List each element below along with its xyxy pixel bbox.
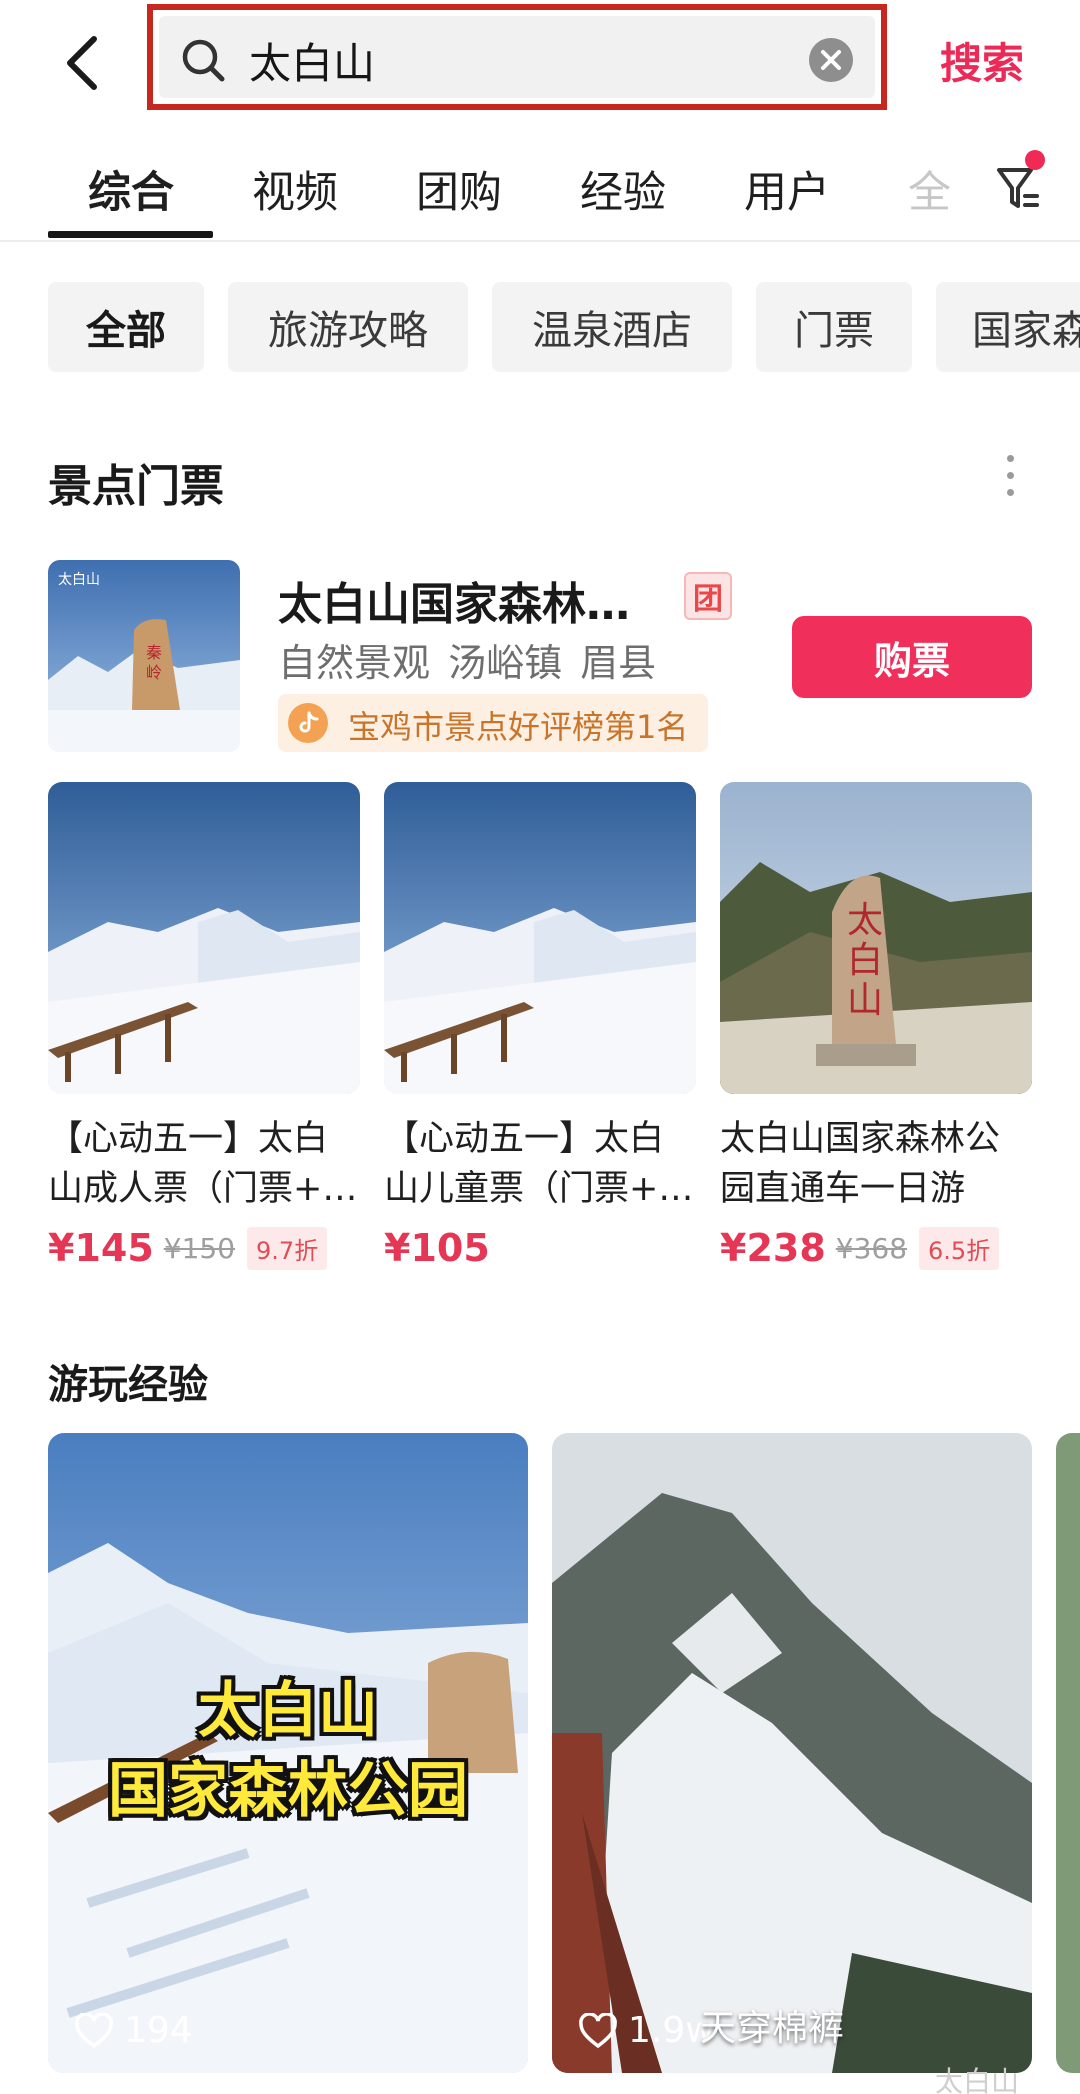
product-price: ¥105 — [384, 1226, 490, 1270]
section-title-tickets: 景点门票 — [48, 461, 224, 512]
chip-hotspring-hotel[interactable]: 温泉酒店 — [492, 282, 732, 372]
svg-text:太: 太 — [847, 900, 883, 941]
product-card[interactable]: 太 白 山 太白山国家森林公园直通车一日游 ¥238 ¥368 6.5折 — [720, 782, 1032, 1272]
category-chips: 全部 旅游攻略 温泉酒店 门票 国家森 — [0, 282, 1080, 372]
like-count-value: 194 — [124, 2010, 193, 2051]
product-price-row: ¥105 — [384, 1224, 696, 1272]
top-bar: 太白山 搜索 — [0, 0, 1080, 125]
overlay-title-line2: 国家森林公园 — [108, 1756, 468, 1826]
heart-icon — [579, 2012, 617, 2048]
svg-text:山: 山 — [847, 980, 883, 1021]
watermark: 太白山 — [935, 2065, 1020, 2094]
back-arrow-icon — [67, 36, 97, 90]
product-title: 【心动五一】太白山成人票（门票+… — [48, 1119, 358, 1209]
chip-tickets[interactable]: 门票 — [756, 282, 912, 372]
attraction-meta: 自然景观 汤峪镇 眉县 — [278, 641, 657, 685]
product-image: 太 白 山 — [720, 782, 1032, 1094]
product-price: ¥238 — [720, 1226, 826, 1270]
attraction-thumbnail[interactable]: 秦 岭 太白山 — [48, 560, 240, 752]
chip-national-forest[interactable]: 国家森 — [936, 282, 1080, 372]
discount-badge: 9.7折 — [247, 1226, 328, 1270]
group-buy-badge: 团 — [684, 572, 732, 620]
section-title-experience: 游玩经验 — [48, 1362, 208, 1408]
tab-groupbuy[interactable]: 团购 — [416, 158, 502, 220]
tab-all[interactable]: 全 — [908, 158, 951, 220]
clear-icon[interactable] — [809, 38, 853, 82]
product-title: 太白山国家森林公园直通车一日游 — [720, 1119, 1001, 1209]
svg-text:白: 白 — [847, 940, 883, 981]
like-count[interactable]: 1.9w — [578, 2010, 715, 2051]
discount-badge: 6.5折 — [919, 1226, 1000, 1270]
card-caption: 天穿棉裤 — [700, 2008, 845, 2049]
like-count[interactable]: 194 — [74, 2010, 193, 2051]
product-image — [48, 782, 360, 1094]
active-tab-indicator — [48, 231, 213, 238]
product-card[interactable]: 【心动五一】太白山成人票（门票+… ¥145 ¥150 9.7折 — [48, 782, 360, 1272]
search-input[interactable]: 太白山 — [249, 30, 375, 91]
product-original-price: ¥368 — [835, 1231, 908, 1265]
douyin-icon — [288, 703, 328, 743]
search-box[interactable]: 太白山 — [147, 4, 887, 110]
buy-ticket-button[interactable]: 购票 — [792, 616, 1032, 698]
search-icon — [182, 39, 225, 82]
product-original-price: ¥150 — [163, 1231, 236, 1265]
search-button[interactable]: 搜索 — [940, 30, 1024, 91]
more-options-icon[interactable] — [1000, 455, 1020, 505]
overlay-title-line1: 太白山 — [198, 1676, 378, 1746]
thumbnail-logo-text: 太白山 — [58, 572, 100, 588]
experience-card[interactable]: 1.9w 天穿棉裤 — [552, 1433, 1032, 2073]
product-price-row: ¥238 ¥368 6.5折 — [720, 1224, 1032, 1272]
rank-badge[interactable]: 宝鸡市景点好评榜第1名 — [278, 694, 708, 752]
search-field[interactable]: 太白山 — [159, 16, 875, 98]
product-image — [384, 782, 696, 1094]
svg-text:秦: 秦 — [146, 643, 162, 662]
rank-text: 宝鸡市景点好评榜第1名 — [348, 708, 689, 746]
chip-all[interactable]: 全部 — [48, 282, 204, 372]
experience-card[interactable]: 太白山 国家森林公园 194 — [48, 1433, 528, 2073]
product-price-row: ¥145 ¥150 9.7折 — [48, 1224, 360, 1272]
back-button[interactable] — [52, 28, 112, 98]
product-card[interactable]: 【心动五一】太白山儿童票（门票+… ¥105 — [384, 782, 696, 1272]
tab-bar: 综合 视频 团购 经验 用户 全 — [0, 140, 1080, 242]
svg-text:岭: 岭 — [146, 663, 162, 682]
experience-card-peek[interactable] — [1056, 1433, 1080, 2073]
product-price: ¥145 — [48, 1226, 154, 1270]
chip-travel-guide[interactable]: 旅游攻略 — [228, 282, 468, 372]
heart-icon — [75, 2012, 113, 2048]
attraction-name[interactable]: 太白山国家森林… — [278, 568, 630, 632]
tab-comprehensive[interactable]: 综合 — [88, 158, 174, 220]
tab-video[interactable]: 视频 — [252, 158, 338, 220]
product-title: 【心动五一】太白山儿童票（门票+… — [384, 1119, 694, 1209]
tab-experience[interactable]: 经验 — [580, 158, 666, 220]
tab-users[interactable]: 用户 — [744, 158, 830, 220]
experience-image — [552, 1433, 1032, 2073]
notification-dot — [1025, 150, 1045, 170]
